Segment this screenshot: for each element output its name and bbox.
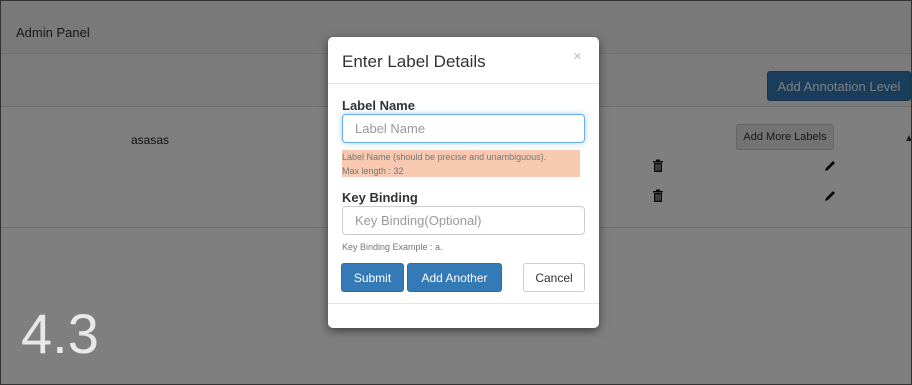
modal-title: Enter Label Details	[342, 52, 486, 71]
label-name-label: Label Name	[342, 98, 415, 113]
app-frame: Admin Panel Add Annotation Level asasas …	[0, 0, 912, 385]
label-name-input[interactable]	[342, 114, 585, 143]
modal-header: Enter Label Details ×	[328, 37, 599, 84]
close-icon[interactable]: ×	[573, 48, 582, 65]
key-binding-help: Key Binding Example : a.	[342, 242, 443, 252]
key-binding-label: Key Binding	[342, 190, 418, 205]
label-name-help: Label Name (should be precise and unambi…	[342, 152, 547, 162]
submit-button[interactable]: Submit	[341, 263, 404, 292]
label-details-modal: Enter Label Details × Label Name Label N…	[328, 37, 599, 328]
label-name-max-length: Max length : 32	[342, 166, 404, 176]
key-binding-input[interactable]	[342, 206, 585, 235]
version-number: 4.3	[21, 302, 99, 365]
cancel-button[interactable]: Cancel	[523, 263, 585, 292]
add-another-button[interactable]: Add Another	[407, 263, 502, 292]
modal-footer-divider	[328, 303, 599, 304]
